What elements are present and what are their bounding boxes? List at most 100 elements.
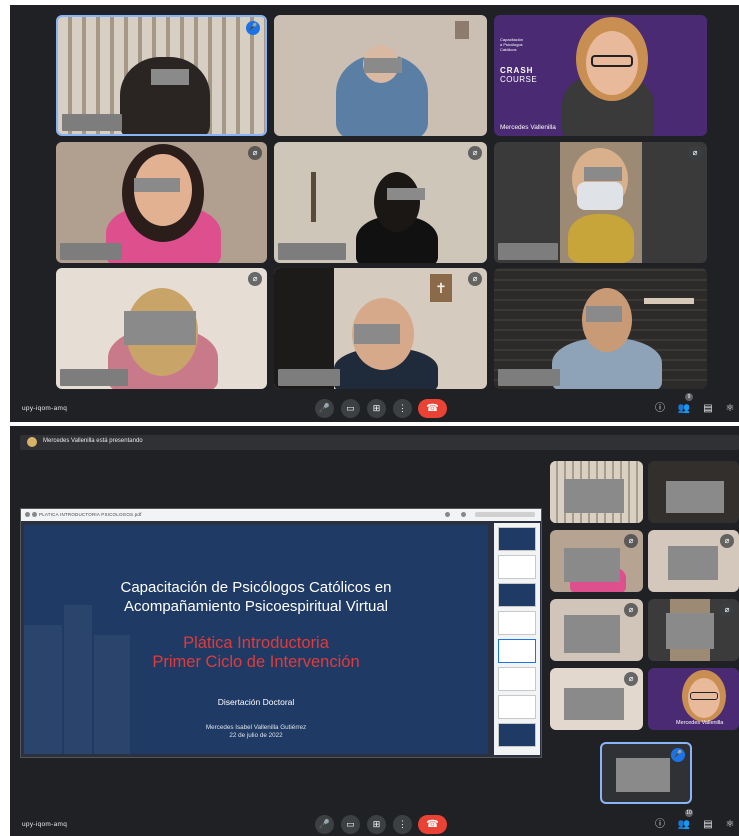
name-redaction	[60, 243, 122, 260]
zoom-icon[interactable]	[445, 512, 450, 517]
candle-stand	[311, 172, 316, 222]
slide-red-line1: Plática Introductoria	[183, 634, 329, 652]
slide-date: 22 de julio de 2022	[229, 732, 283, 739]
chat-icon[interactable]: ▤	[701, 818, 715, 832]
name-redaction	[498, 369, 560, 386]
present-button[interactable]: ⊞	[367, 399, 386, 418]
face-redaction	[354, 324, 400, 344]
pdf-file-icon	[32, 512, 37, 517]
presenting-banner: Mercedes Vallenilla está presentando	[20, 435, 739, 450]
activities-icon[interactable]: ⚛	[723, 402, 737, 416]
page-thumbnail[interactable]	[498, 723, 536, 747]
name-redaction	[278, 369, 340, 386]
more-options-button[interactable]: ⋮	[393, 399, 412, 418]
presenting-text: Mercedes Vallenilla está presentando	[43, 438, 143, 444]
side-participant-tile-6[interactable]: ⌀	[648, 599, 739, 661]
present-button[interactable]: ⊞	[367, 815, 386, 834]
end-call-button[interactable]: ☎	[418, 815, 447, 834]
end-call-button[interactable]: ☎	[418, 399, 447, 418]
face-redaction	[364, 58, 402, 73]
participant-tile-2[interactable]	[274, 15, 487, 136]
face-redaction	[668, 546, 718, 580]
page-thumbnail[interactable]	[498, 555, 536, 579]
participant-hair	[374, 172, 420, 232]
people-icon[interactable]: 👥	[677, 402, 691, 416]
side-participant-tile-8[interactable]: Mercedes Vallenilla	[648, 668, 739, 730]
participant-tile-5[interactable]: ⌀	[274, 142, 487, 263]
side-participant-tile-5[interactable]: ⌀	[550, 599, 643, 661]
speaking-icon: 🎤	[671, 748, 685, 762]
name-redaction	[278, 243, 346, 260]
activities-icon[interactable]: ⚛	[723, 818, 737, 832]
face-redaction	[564, 479, 624, 513]
speaking-icon: 🎤	[246, 21, 260, 35]
mic-button[interactable]: 🎤	[315, 815, 334, 834]
participant-tile-7[interactable]: ⌀	[56, 268, 267, 389]
participant-tile-9[interactable]	[494, 268, 707, 389]
page-thumbnail[interactable]	[498, 695, 536, 719]
chat-icon[interactable]: ▤	[701, 402, 715, 416]
info-icon[interactable]: ⓘ	[653, 818, 667, 832]
page-thumbnail[interactable]	[498, 639, 536, 663]
slide-title-line2: Acompañamiento Psicoespiritual Virtual	[123, 598, 389, 615]
participant-name: Mercedes Vallenilla	[676, 720, 724, 726]
mic-off-icon: ⌀	[688, 146, 702, 160]
face-redaction	[616, 758, 670, 792]
side-participant-tile-7[interactable]: ⌀	[550, 668, 643, 730]
mic-off-icon: ⌀	[468, 272, 482, 286]
face-redaction	[666, 613, 714, 649]
page-thumbnail[interactable]	[498, 583, 536, 607]
more-options-button[interactable]: ⋮	[393, 815, 412, 834]
meeting-code: upy-iqom-amq	[22, 405, 68, 412]
participant-tile-1[interactable]: 🎤	[56, 15, 267, 136]
mic-off-icon: ⌀	[624, 603, 638, 617]
camera-button[interactable]: ▭	[341, 815, 360, 834]
side-participant-tile-4[interactable]: ⌀	[648, 530, 739, 592]
name-redaction	[62, 114, 122, 131]
face-redaction	[586, 306, 622, 322]
page-thumbnail[interactable]	[498, 527, 536, 551]
participant-count-badge: 9	[685, 393, 693, 401]
face-redaction	[151, 69, 189, 85]
mic-off-icon: ⌀	[248, 146, 262, 160]
face-redaction	[564, 615, 620, 653]
mic-off-icon: ⌀	[720, 603, 734, 617]
meeting-code: upy-iqom-amq	[22, 821, 68, 828]
menu-icon[interactable]	[25, 512, 30, 517]
face-redaction	[124, 311, 196, 345]
pdf-toolbar: PLATICA INTRODUCTORIA PSICOLOGOS.pdf	[21, 509, 541, 521]
participant-count-badge: 10	[685, 809, 693, 817]
participant-tile-4[interactable]: ⌀	[56, 142, 267, 263]
participant-tile-6[interactable]: ⌀	[494, 142, 707, 263]
side-participant-tile-3[interactable]: ⌀	[550, 530, 643, 592]
shelf	[644, 298, 694, 304]
glasses	[591, 55, 633, 67]
info-icon[interactable]: ⓘ	[653, 402, 667, 416]
face-redaction	[564, 688, 624, 720]
side-participant-tile-1[interactable]	[550, 461, 643, 523]
open-with-button[interactable]	[475, 512, 535, 517]
participant-figure	[568, 214, 634, 263]
mic-off-icon: ⌀	[248, 272, 262, 286]
rotate-icon[interactable]	[461, 512, 466, 517]
participant-tile-8[interactable]: ✝ ⌀	[274, 268, 487, 389]
slide-red-line2: Primer Ciclo de Intervención	[152, 653, 360, 671]
page-thumbnail[interactable]	[498, 667, 536, 691]
mic-off-icon: ⌀	[624, 672, 638, 686]
mic-button[interactable]: 🎤	[315, 399, 334, 418]
participant-tile-3[interactable]: Capacitación a Psicólogos Católicos CRAS…	[494, 15, 707, 136]
bottom-meeting-window: Mercedes Vallenilla está presentando PLA…	[10, 426, 739, 836]
pdf-file-name: PLATICA INTRODUCTORIA PSICOLOGOS.pdf	[39, 512, 142, 517]
slide-subtitle: Disertación Doctoral	[217, 697, 295, 707]
face-redaction	[584, 167, 622, 181]
page-thumbnail[interactable]	[498, 611, 536, 635]
face-redaction	[564, 548, 620, 582]
self-view-tile[interactable]: 🎤	[600, 742, 692, 804]
side-participant-tile-2[interactable]	[648, 461, 739, 523]
presenter-avatar	[27, 437, 37, 447]
face-redaction	[134, 178, 180, 192]
slide-title-line1: Capacitación de Psicólogos Católicos en	[120, 579, 392, 596]
shared-pdf-viewer[interactable]: PLATICA INTRODUCTORIA PSICOLOGOS.pdf Cap…	[20, 508, 542, 758]
camera-button[interactable]: ▭	[341, 399, 360, 418]
people-icon[interactable]: 👥	[677, 818, 691, 832]
